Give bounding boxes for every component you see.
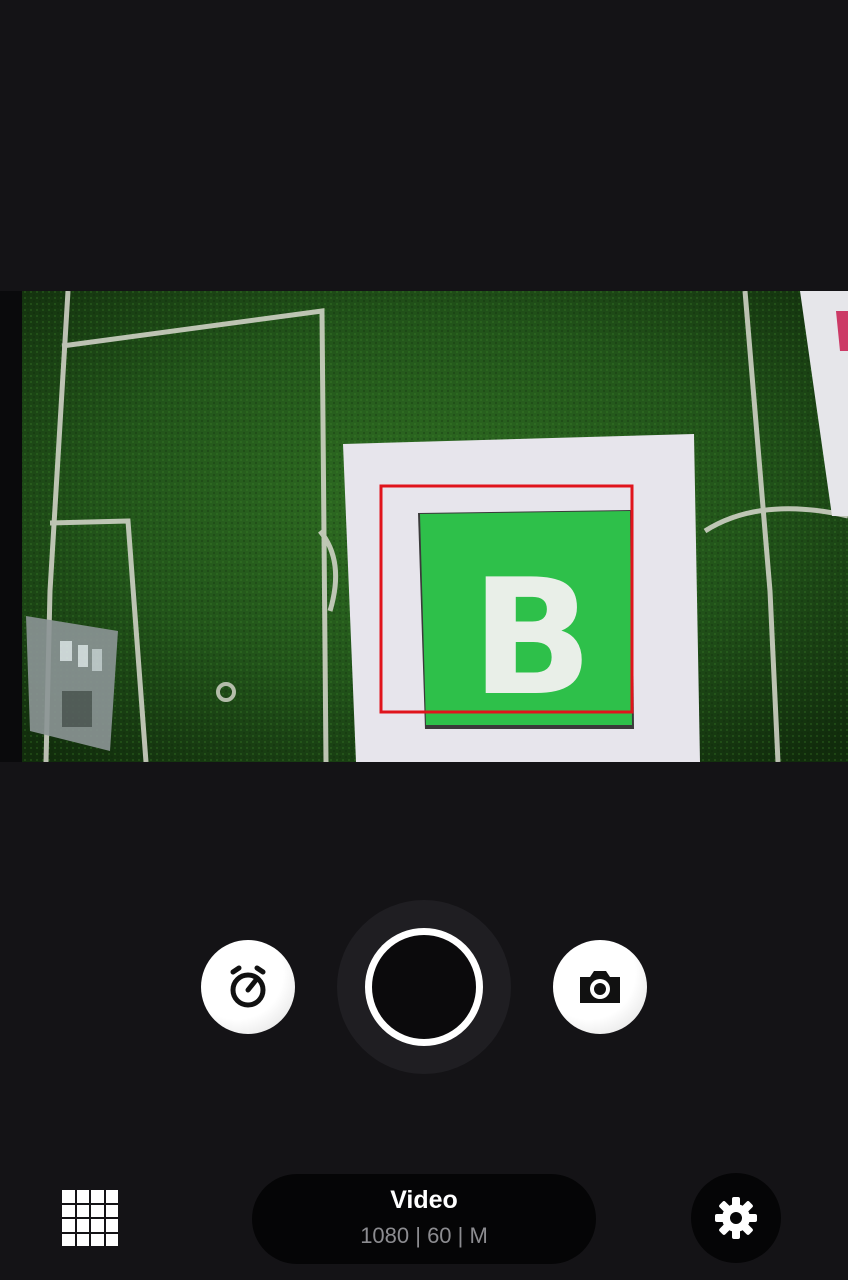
shutter-button[interactable] — [337, 900, 511, 1074]
camera-icon — [580, 971, 620, 1003]
mode-selector[interactable]: Video 1080 | 60 | M — [252, 1174, 596, 1264]
timer-icon — [230, 965, 266, 1008]
timer-button[interactable] — [201, 940, 295, 1034]
gear-icon — [715, 1197, 757, 1239]
settings-button[interactable] — [691, 1173, 781, 1263]
grid-icon[interactable] — [62, 1190, 118, 1246]
card-letter: B — [471, 544, 593, 731]
camera-preview[interactable]: B — [0, 291, 848, 762]
mode-settings: 1080 | 60 | M — [360, 1223, 488, 1248]
mode-title: Video — [390, 1186, 458, 1214]
record-icon — [365, 928, 483, 1046]
preview-image: B — [0, 291, 848, 762]
camera-screen: B Video 1080 | 60 | M — [0, 0, 848, 1280]
photo-mode-button[interactable] — [553, 940, 647, 1034]
